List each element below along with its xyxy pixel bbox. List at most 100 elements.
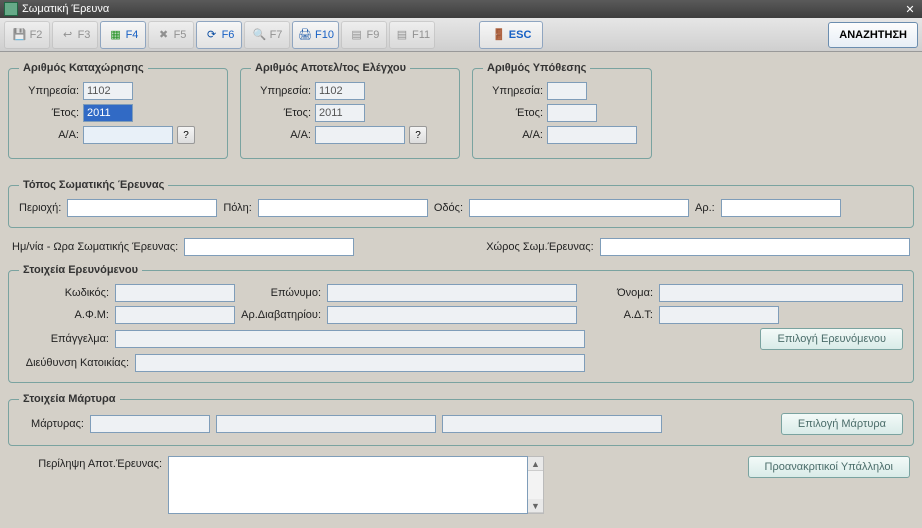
reg-aa-label: Α/Α: [19,129,79,141]
delete-row-icon: ▤ [394,27,410,43]
reg-year-input[interactable] [83,104,133,122]
scrollbar[interactable]: ▲ ▼ [528,456,544,514]
witness-input-3[interactable] [442,415,662,433]
save-icon: 💾 [12,27,28,43]
job-label: Επάγγελμα: [19,333,109,345]
datetime-label: Ημ/νία - Ωρα Σωματικής Έρευνας: [12,241,178,253]
officers-button[interactable]: Προανακριτικοί Υπάλληλοι [748,456,910,478]
toolbar-btn-f6[interactable]: ⟳ F6 [196,21,242,49]
scroll-down-icon[interactable]: ▼ [528,499,543,513]
close-icon[interactable]: ✕ [902,2,918,16]
place-legend: Τόπος Σωματικής Έρευνας [19,179,168,191]
place-group: Τόπος Σωματικής Έρευνας Περιοχή: Πόλη: Ο… [8,179,914,228]
case-aa-label: Α/Α: [483,129,543,141]
address-label: Διεύθυνση Κατοικίας: [19,357,129,369]
case-year-input[interactable] [547,104,597,122]
refresh-icon: ⟳ [204,27,220,43]
streetno-label: Αρ.: [695,202,715,214]
reg-year-label: Έτος: [19,107,79,119]
print-icon: 🖨 [297,27,313,43]
scroll-track[interactable] [528,471,543,499]
toolbar-btn-f3[interactable]: ↩ F3 [52,21,98,49]
street-label: Οδός: [434,202,463,214]
check-year-label: Έτος: [251,107,311,119]
toolbar: 💾 F2 ↩ F3 ▦ F4 ✖ F5 ⟳ F6 🔍 F7 🖨 F10 ▤ F9… [0,18,922,52]
titlebar: Σωματική Έρευνα ✕ [0,0,922,18]
subject-group: Στοιχεία Ερευνόμενου Κωδικός: Επώνυμο: Ό… [8,264,914,383]
delete-icon: ✖ [156,27,172,43]
adt-input[interactable] [659,306,779,324]
check-lookup-button[interactable]: ? [409,126,427,144]
select-subject-button[interactable]: Επιλογή Ερευνόμενου [760,328,903,350]
registration-legend: Αριθμός Καταχώρησης [19,62,148,74]
summary-textarea[interactable] [168,456,528,514]
undo-icon: ↩ [60,27,76,43]
city-input[interactable] [258,199,428,217]
name-input[interactable] [659,284,903,302]
witness-legend: Στοιχεία Μάρτυρα [19,393,120,405]
check-aa-label: Α/Α: [251,129,311,141]
toolbar-btn-f10[interactable]: 🖨 F10 [292,21,339,49]
subject-legend: Στοιχεία Ερευνόμενου [19,264,142,276]
city-label: Πόλη: [223,202,252,214]
app-icon [4,2,18,16]
new-record-icon: ▦ [108,27,124,43]
witness-group: Στοιχεία Μάρτυρα Μάρτυρας: Επιλογή Μάρτυ… [8,393,914,446]
check-year-input[interactable] [315,104,365,122]
form-content: Αριθμός Καταχώρησης Υπηρεσία: Έτος: Α/Α:… [0,52,922,528]
witness-label: Μάρτυρας: [19,418,84,430]
toolbar-btn-esc[interactable]: 🚪 ESC [479,21,543,49]
case-service-input[interactable] [547,82,587,100]
toolbar-btn-f2[interactable]: 💾 F2 [4,21,50,49]
job-input[interactable] [115,330,585,348]
toolbar-btn-f4[interactable]: ▦ F4 [100,21,146,49]
check-aa-input[interactable] [315,126,405,144]
toolbar-btn-f9[interactable]: ▤ F9 [341,21,387,49]
adt-label: Α.Δ.Τ: [583,309,653,321]
toolbar-btn-f7[interactable]: 🔍 F7 [244,21,290,49]
check-service-label: Υπηρεσία: [251,85,311,97]
search-button[interactable]: ΑΝΑΖΗΤΗΣΗ [828,22,918,48]
passport-label: Αρ.Διαβατηρίου: [241,309,321,321]
reg-service-label: Υπηρεσία: [19,85,79,97]
case-group: Αριθμός Υπόθεσης Υπηρεσία: Έτος: Α/Α: [472,62,652,159]
check-group: Αριθμός Αποτελ/τος Ελέγχου Υπηρεσία: Έτο… [240,62,460,159]
case-legend: Αριθμός Υπόθεσης [483,62,590,74]
check-service-input[interactable] [315,82,365,100]
afm-label: Α.Φ.Μ: [19,309,109,321]
witness-input-1[interactable] [90,415,210,433]
add-row-icon: ▤ [349,27,365,43]
window-title: Σωματική Έρευνα [22,3,109,15]
code-label: Κωδικός: [19,287,109,299]
scroll-up-icon[interactable]: ▲ [528,457,543,471]
datetime-input[interactable] [184,238,354,256]
zoom-icon: 🔍 [252,27,268,43]
select-witness-button[interactable]: Επιλογή Μάρτυρα [781,413,903,435]
case-aa-input[interactable] [547,126,637,144]
registration-group: Αριθμός Καταχώρησης Υπηρεσία: Έτος: Α/Α:… [8,62,228,159]
case-year-label: Έτος: [483,107,543,119]
reg-service-input[interactable] [83,82,133,100]
case-service-label: Υπηρεσία: [483,85,543,97]
space-label: Χώρος Σωμ.Έρευνας: [486,241,593,253]
toolbar-btn-f5[interactable]: ✖ F5 [148,21,194,49]
code-input[interactable] [115,284,235,302]
area-input[interactable] [67,199,217,217]
afm-input[interactable] [115,306,235,324]
passport-input[interactable] [327,306,577,324]
address-input[interactable] [135,354,585,372]
reg-aa-input[interactable] [83,126,173,144]
area-label: Περιοχή: [19,202,61,214]
witness-input-2[interactable] [216,415,436,433]
toolbar-btn-f11[interactable]: ▤ F11 [389,21,435,49]
surname-input[interactable] [327,284,577,302]
summary-label: Περίληψη Αποτ.Έρευνας: [12,456,162,470]
reg-lookup-button[interactable]: ? [177,126,195,144]
surname-label: Επώνυμο: [241,287,321,299]
space-input[interactable] [600,238,910,256]
streetno-input[interactable] [721,199,841,217]
exit-icon: 🚪 [491,27,507,43]
name-label: Όνομα: [583,287,653,299]
street-input[interactable] [469,199,689,217]
check-legend: Αριθμός Αποτελ/τος Ελέγχου [251,62,410,74]
